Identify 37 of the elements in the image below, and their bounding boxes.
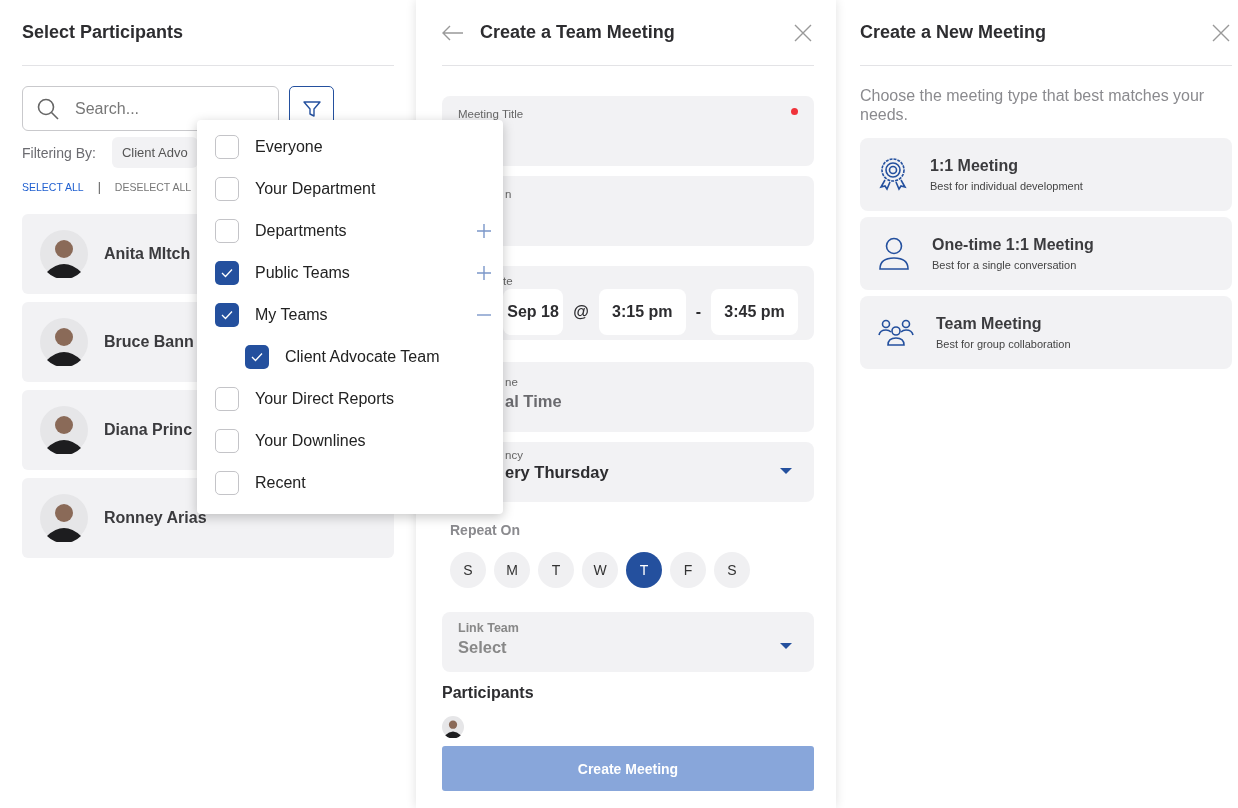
field-value: ery Thursday: [505, 463, 609, 482]
meeting-type-title: Team Meeting: [936, 315, 1043, 333]
participant-name: Ronney Arias: [104, 509, 207, 527]
at-sign: @: [573, 303, 589, 321]
panel-title: Select Participants: [22, 22, 185, 43]
field-value: Select: [458, 638, 507, 657]
participant-name: Bruce Bann: [104, 333, 194, 351]
filter-option-label: My Teams: [255, 306, 329, 324]
field-label: ncy: [505, 449, 524, 461]
participant-name: Diana Princ: [104, 421, 193, 439]
participant-name: Anita MItch: [104, 245, 191, 263]
panel-title: Create a Team Meeting: [480, 22, 676, 43]
dash: -: [695, 303, 702, 321]
meeting-type-title: One-time 1:1 Meeting: [932, 236, 1094, 254]
field-label: Meeting Title: [458, 108, 525, 120]
subtitle: Choose the meeting type that best matches your needs.: [860, 86, 1206, 124]
panel-title: Create a New Meeting: [860, 22, 1048, 43]
meeting-type-title: 1:1 Meeting: [930, 157, 1019, 175]
filter-option-label: Client Advocate Team: [285, 348, 441, 366]
field-label: Link Team: [458, 621, 520, 635]
filter-option-label: Your Downlines: [255, 432, 367, 450]
meeting-type-description: Best for individual development: [930, 180, 1083, 192]
filter-option-label: Your Department: [255, 180, 377, 198]
filter-option-label: Everyone: [255, 138, 324, 156]
meeting-type-description: Best for group collaboration: [936, 338, 1071, 350]
filter-option-label: Your Direct Reports: [255, 390, 396, 408]
field-label: ne: [505, 376, 519, 388]
separator: |: [97, 180, 101, 194]
meeting-type-description: Best for a single conversation: [932, 259, 1078, 271]
field-value: al Time: [505, 392, 563, 411]
filter-option-label: Departments: [255, 222, 348, 240]
section-heading: Participants: [442, 684, 535, 702]
section-label: Repeat On: [450, 522, 521, 538]
field-label: n: [505, 188, 513, 200]
filter-option-label: Public Teams: [255, 264, 351, 282]
field-label: te: [503, 275, 514, 287]
filter-label: Filtering By:: [22, 144, 96, 161]
